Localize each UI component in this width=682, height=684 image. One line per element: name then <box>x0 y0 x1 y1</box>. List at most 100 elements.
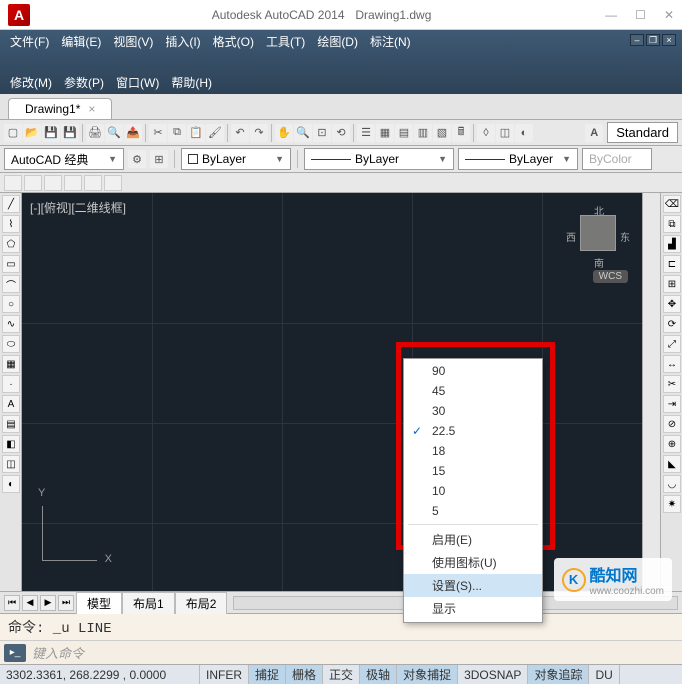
status-osnap[interactable]: 对象捕捉 <box>397 665 458 684</box>
line-icon[interactable]: ╱ <box>2 195 20 213</box>
erase-icon[interactable]: ⌫ <box>663 195 681 213</box>
menu-param[interactable]: 参数(P) <box>64 74 104 91</box>
tool-palette-icon[interactable]: ▤ <box>395 124 413 142</box>
tab-first-icon[interactable]: ⏮ <box>4 595 20 611</box>
preview-icon[interactable]: 🔍 <box>105 124 123 142</box>
arc-icon[interactable]: ⌒ <box>2 275 20 293</box>
menu-edit[interactable]: 编辑(E) <box>61 33 101 50</box>
save-icon[interactable]: 💾 <box>42 124 60 142</box>
angle-option-5[interactable]: 5 <box>404 501 542 521</box>
ellipse-icon[interactable]: ⬭ <box>2 335 20 353</box>
doc-restore-icon[interactable]: ❐ <box>646 34 660 46</box>
block-icon[interactable]: ◫ <box>496 124 514 142</box>
menu-display[interactable]: 显示 <box>404 597 542 620</box>
move-icon[interactable]: ✥ <box>663 295 681 313</box>
offset-icon[interactable]: ⊏ <box>663 255 681 273</box>
menu-window[interactable]: 窗口(W) <box>116 74 159 91</box>
scale-icon[interactable]: ⤢ <box>663 335 681 353</box>
status-ortho[interactable]: 正交 <box>323 665 360 684</box>
print-icon[interactable]: 🖨 <box>86 124 104 142</box>
menu-insert[interactable]: 插入(I) <box>165 33 200 50</box>
maximize-icon[interactable]: ☐ <box>635 8 646 22</box>
command-input[interactable]: 键入命令 <box>32 643 678 662</box>
vp-btn-5[interactable] <box>84 175 102 191</box>
copy-icon[interactable]: ⧉ <box>168 124 186 142</box>
mirror-icon[interactable]: ▟ <box>663 235 681 253</box>
explode-icon[interactable]: ✷ <box>663 495 681 513</box>
render-icon[interactable]: ◐ <box>515 124 533 142</box>
angle-option-30[interactable]: 30 <box>404 401 542 421</box>
doc-tab-close-icon[interactable]: × <box>88 102 95 116</box>
paste-icon[interactable]: 📋 <box>187 124 205 142</box>
view-cube[interactable]: 北 西 东 南 WCS <box>568 203 628 283</box>
menu-modify[interactable]: 修改(M) <box>10 74 52 91</box>
vertical-scrollbar[interactable] <box>642 193 660 591</box>
angle-option-45[interactable]: 45 <box>404 381 542 401</box>
new-icon[interactable]: ▢ <box>4 124 22 142</box>
menu-enable[interactable]: 启用(E) <box>404 528 542 551</box>
break-icon[interactable]: ⊘ <box>663 415 681 433</box>
plotstyle-combo[interactable]: ByColor <box>582 148 652 170</box>
chamfer-icon[interactable]: ◣ <box>663 455 681 473</box>
point-icon[interactable]: · <box>2 375 20 393</box>
lineweight-combo[interactable]: ByLayer▼ <box>458 148 578 170</box>
circle-icon[interactable]: ○ <box>2 295 20 313</box>
calc-icon[interactable]: 🖩 <box>452 124 470 142</box>
design-center-icon[interactable]: ▦ <box>376 124 394 142</box>
pline-icon[interactable]: ⌇ <box>2 215 20 233</box>
open-icon[interactable]: 📂 <box>23 124 41 142</box>
tab-layout1[interactable]: 布局1 <box>122 592 175 614</box>
markup-icon[interactable]: ▧ <box>433 124 451 142</box>
zoom-prev-icon[interactable]: ⟲ <box>332 124 350 142</box>
region-icon[interactable]: ◧ <box>2 435 20 453</box>
block-insert-icon[interactable]: ◫ <box>2 455 20 473</box>
vp-btn-4[interactable] <box>64 175 82 191</box>
status-du[interactable]: DU <box>589 665 619 684</box>
text-style-icon[interactable]: A <box>585 124 603 142</box>
table-icon[interactable]: ▤ <box>2 415 20 433</box>
properties-icon[interactable]: ☰ <box>357 124 375 142</box>
tab-layout2[interactable]: 布局2 <box>175 592 228 614</box>
array-icon[interactable]: ⊞ <box>663 275 681 293</box>
status-grid[interactable]: 栅格 <box>286 665 323 684</box>
zoom-realtime-icon[interactable]: 🔍 <box>294 124 312 142</box>
menu-tools[interactable]: 工具(T) <box>266 33 305 50</box>
saveas-icon[interactable]: 💾 <box>61 124 79 142</box>
hatch-icon[interactable]: ▦ <box>2 355 20 373</box>
status-snap[interactable]: 捕捉 <box>249 665 286 684</box>
minimize-icon[interactable]: — <box>605 8 617 22</box>
ws-gear-icon[interactable]: ⊞ <box>150 150 168 168</box>
sheet-set-icon[interactable]: ▥ <box>414 124 432 142</box>
style-combo[interactable]: Standard <box>607 122 678 143</box>
stretch-icon[interactable]: ↔ <box>663 355 681 373</box>
tab-next-icon[interactable]: ▶ <box>40 595 56 611</box>
menu-use-icon[interactable]: 使用图标(U) <box>404 551 542 574</box>
status-otrack[interactable]: 对象追踪 <box>528 665 589 684</box>
redo-icon[interactable]: ↷ <box>250 124 268 142</box>
linetype-combo[interactable]: ByLayer▼ <box>304 148 454 170</box>
menu-format[interactable]: 格式(O) <box>213 33 254 50</box>
tab-model[interactable]: 模型 <box>76 592 122 614</box>
undo-icon[interactable]: ↶ <box>231 124 249 142</box>
wcs-label[interactable]: WCS <box>593 270 628 283</box>
menu-file[interactable]: 文件(F) <box>10 33 49 50</box>
doc-close-icon[interactable]: × <box>662 34 676 46</box>
extend-icon[interactable]: ⇥ <box>663 395 681 413</box>
viewport-label[interactable]: [-][俯视][二维线框] <box>30 199 126 216</box>
doc-tab[interactable]: Drawing1* × <box>8 98 112 119</box>
text-icon[interactable]: A <box>2 395 20 413</box>
menu-view[interactable]: 视图(V) <box>113 33 153 50</box>
status-3dosnap[interactable]: 3DOSNAP <box>458 665 528 684</box>
rect-icon[interactable]: ▭ <box>2 255 20 273</box>
angle-option-10[interactable]: 10 <box>404 481 542 501</box>
vp-btn-2[interactable] <box>24 175 42 191</box>
publish-icon[interactable]: 📤 <box>124 124 142 142</box>
trim-icon[interactable]: ✂ <box>663 375 681 393</box>
spline-icon[interactable]: ∿ <box>2 315 20 333</box>
match-icon[interactable]: 🖌 <box>206 124 224 142</box>
tab-last-icon[interactable]: ⏭ <box>58 595 74 611</box>
join-icon[interactable]: ⊕ <box>663 435 681 453</box>
status-infer[interactable]: INFER <box>200 665 249 684</box>
copy-obj-icon[interactable]: ⧉ <box>663 215 681 233</box>
vp-btn-3[interactable] <box>44 175 62 191</box>
